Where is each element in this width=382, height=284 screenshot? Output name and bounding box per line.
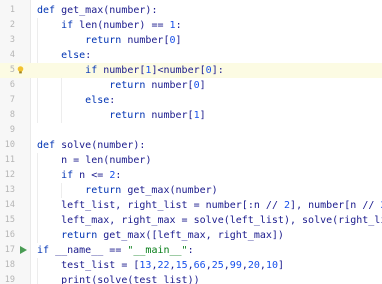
code-text[interactable]: return number[0] [37,78,205,93]
line-number: 18 [4,260,15,270]
code-line[interactable]: 1 def get_max(number): [0,3,382,18]
code-line[interactable]: 13 return get_max(number) [0,183,382,198]
code-line[interactable]: 12 if n <= 2: [0,168,382,183]
code-text[interactable]: left_list, right_list = number[:n // 2],… [37,198,382,213]
code-text[interactable]: return number[0] [37,33,181,48]
line-number: 5 [9,65,15,75]
code-line[interactable]: 11 n = len(number) [0,153,382,168]
line-number: 2 [9,20,15,30]
line-number: 8 [9,110,15,120]
code-line[interactable]: 18 test_list = [13,22,15,66,25,99,20,10] [0,258,382,273]
code-text[interactable]: test_list = [13,22,15,66,25,99,20,10] [37,258,284,273]
line-number: 13 [4,185,15,195]
code-line[interactable]: 16 return get_max([left_max, right_max]) [0,228,382,243]
code-text[interactable]: else: [37,93,115,108]
code-text[interactable]: if __name__ == "__main__": [37,243,194,258]
code-text[interactable]: n = len(number) [37,153,151,168]
line-number: 6 [9,80,15,90]
line-number: 7 [9,95,15,105]
code-text[interactable]: if n <= 2: [37,168,121,183]
line-number: 19 [4,275,15,284]
code-text[interactable]: return get_max(number) [37,183,218,198]
code-line[interactable]: 2 if len(number) == 1: [0,18,382,33]
code-text[interactable]: return get_max([left_max, right_max]) [37,228,284,243]
run-arrow-icon[interactable] [20,246,27,254]
line-number: 9 [9,125,15,135]
code-text[interactable]: def get_max(number): [37,3,157,18]
code-line[interactable]: 5 if number[1]<number[0]: [0,63,382,78]
code-line[interactable]: 6 return number[0] [0,78,382,93]
line-number: 17 [4,245,15,255]
line-number: 14 [4,200,15,210]
line-number: 3 [9,35,15,45]
code-line[interactable]: 7 else: [0,93,382,108]
line-number: 4 [9,50,15,60]
code-line[interactable]: 14 left_list, right_list = number[:n // … [0,198,382,213]
intention-bulb-icon[interactable] [17,66,24,74]
code-line[interactable]: 10 def solve(number): [0,138,382,153]
code-line[interactable]: 17 if __name__ == "__main__": [0,243,382,258]
line-number: 15 [4,215,15,225]
code-text[interactable]: return number[1] [37,108,205,123]
code-text[interactable]: print(solve(test_list)) [37,273,200,284]
line-number: 16 [4,230,15,240]
code-text[interactable]: left_max, right_max = solve(left_list), … [37,213,382,228]
code-editor[interactable]: 1 def get_max(number): 2 if len(number) ==… [0,0,382,284]
code-line[interactable]: 19 print(solve(test_list)) [0,273,382,284]
code-line[interactable]: 9 [0,123,382,138]
code-text[interactable]: if len(number) == 1: [37,18,182,33]
code-text[interactable]: def solve(number): [37,138,145,153]
line-number: 12 [4,170,15,180]
code-line[interactable]: 15 left_max, right_max = solve(left_list… [0,213,382,228]
line-number: 11 [4,155,15,165]
code-line[interactable]: 3 return number[0] [0,33,382,48]
code-line[interactable]: 4 else: [0,48,382,63]
code-text[interactable]: if number[1]<number[0]: [37,63,224,78]
code-line[interactable]: 8 return number[1] [0,108,382,123]
code-text[interactable]: else: [37,48,91,63]
line-number: 10 [4,140,15,150]
line-number: 1 [9,5,15,15]
